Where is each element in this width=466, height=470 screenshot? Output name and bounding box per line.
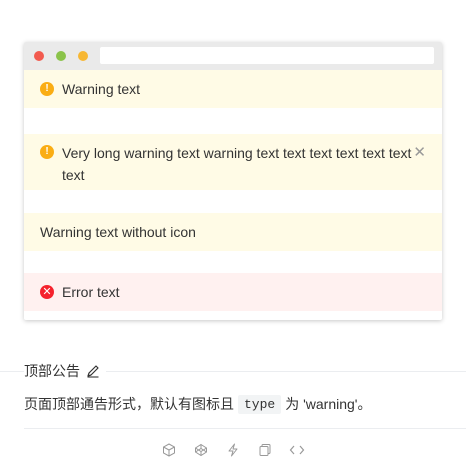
window-close-dot — [34, 51, 44, 61]
copy-icon[interactable] — [255, 440, 275, 460]
description-text-end: 为 'warning'。 — [285, 396, 372, 412]
notice-text: Warning text — [62, 81, 141, 97]
edit-icon[interactable] — [86, 364, 100, 378]
warning-circle-icon: ! — [40, 145, 54, 159]
codepen-icon[interactable] — [191, 440, 211, 460]
notice-bar-warning: ! Warning text — [24, 70, 442, 108]
notice-text: Very long warning text warning text text… — [62, 145, 412, 183]
section-heading: 顶部公告 — [24, 361, 106, 381]
thunder-icon[interactable] — [223, 440, 243, 460]
codesandbox-icon[interactable] — [159, 440, 179, 460]
notice-bar-error: ✕ Error text — [24, 273, 442, 311]
browser-titlebar — [24, 42, 442, 70]
description-text: 页面顶部通告形式，默认有图标且 — [24, 396, 234, 412]
notice-text: Error text — [62, 284, 120, 300]
code-expand-icon[interactable] — [287, 440, 307, 460]
window-minimize-dot — [56, 51, 66, 61]
demo-browser-frame: ! Warning text ! Very long warning text … — [24, 42, 442, 320]
notice-bar-warning-no-icon: Warning text without icon — [24, 213, 442, 251]
notice-bar-warning-long: ! Very long warning text warning text te… — [24, 134, 442, 190]
error-circle-icon: ✕ — [40, 285, 54, 299]
demo-actions — [0, 440, 466, 460]
window-maximize-dot — [78, 51, 88, 61]
section-title: 顶部公告 — [24, 363, 80, 379]
address-bar — [100, 47, 434, 64]
inline-code: type — [238, 394, 282, 414]
section-description: 页面顶部通告形式，默认有图标且 type 为 'warning'。 — [24, 394, 371, 414]
actions-divider — [24, 428, 466, 429]
close-icon[interactable]: ✕ — [413, 142, 426, 164]
notice-text: Warning text without icon — [40, 224, 196, 240]
warning-circle-icon: ! — [40, 82, 54, 96]
